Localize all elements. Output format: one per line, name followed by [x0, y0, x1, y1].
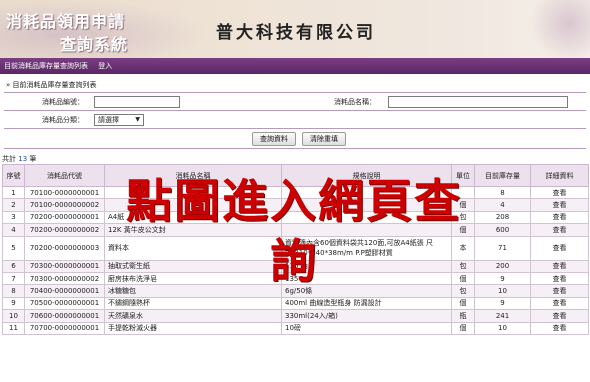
count-number: 13 [18, 155, 28, 163]
table-row: 10 70600-0000000001 天然礦泉水 330ml(24入/箱) 瓶 241 查… [2, 309, 589, 323]
row-code: 70200-0000000002 [24, 223, 105, 237]
code-input[interactable] [94, 96, 180, 108]
overlay-banner-text[interactable]: 點圖進入網頁查詢 [104, 171, 484, 291]
code-label: 消耗品編號： [42, 98, 84, 106]
row-no: 8 [2, 284, 25, 298]
category-select[interactable]: 請選擇 ▼ [94, 114, 144, 126]
header-banner: 消耗品領用申請 查詢系統 普大科技有限公司 [0, 0, 590, 58]
view-link[interactable]: 查看 [530, 309, 589, 323]
row-code: 70100-0000000001 [24, 185, 105, 200]
row-code: 70100-0000000002 [24, 198, 105, 212]
search-row-1: 消耗品編號： 消耗品名稱： [4, 93, 586, 111]
row-code: 70300-0000000002 [24, 271, 105, 286]
menu-bar: 目前消耗品庫存量查詢列表 登入 [0, 58, 590, 74]
category-selected: 請選擇 [98, 116, 119, 124]
row-code: 70700-0000000001 [24, 321, 105, 335]
count-suffix: 筆 [29, 155, 37, 163]
view-link[interactable]: 查看 [530, 223, 589, 237]
query-button[interactable]: 查詢資料 [252, 132, 296, 146]
result-count: 共計 13 筆 [2, 154, 36, 164]
view-link[interactable]: 查看 [530, 284, 589, 298]
row-no: 5 [2, 235, 25, 261]
table-row: 11 70700-0000000001 手提乾粉滅火器 10磅個 10 查看 [2, 321, 589, 335]
menu-item-stock-list[interactable]: 目前消耗品庫存量查詢列表 [4, 62, 88, 70]
view-link[interactable]: 查看 [530, 321, 589, 335]
row-code: 70300-0000000001 [24, 259, 105, 273]
row-no: 11 [2, 321, 25, 335]
search-buttons: 查詢資料 清除重填 [4, 129, 586, 149]
row-no: 7 [2, 271, 25, 286]
count-prefix: 共計 [2, 155, 16, 163]
row-stock: 9 [474, 296, 531, 311]
row-stock: 10 [474, 321, 531, 335]
row-no: 6 [2, 259, 25, 273]
row-code: 70400-0000000001 [24, 284, 105, 298]
row-no: 10 [2, 309, 25, 323]
breadcrumb: » 目前消耗品庫存量查詢列表 [6, 81, 97, 89]
clear-button[interactable]: 清除重填 [302, 132, 346, 146]
view-link[interactable]: 查看 [530, 210, 589, 225]
banner-flower-decoration [520, 0, 590, 58]
header-code: 消耗品代號 [24, 164, 105, 187]
view-link[interactable]: 查看 [530, 271, 589, 286]
search-row-2: 消耗品分類： 請選擇 ▼ [4, 111, 586, 129]
view-link[interactable]: 查看 [530, 235, 589, 261]
row-name: 手提乾粉滅火器 [104, 321, 282, 335]
row-name: 不鏽鋼隨熱杯 [104, 296, 282, 311]
header-detail: 詳細資料 [530, 164, 589, 187]
table-row: 9 70500-0000000001 不鏽鋼隨熱杯 400ml 曲線造型瓶身 防漏設計… [2, 296, 589, 311]
name-label: 消耗品名稱： [334, 98, 376, 106]
view-link[interactable]: 查看 [530, 185, 589, 200]
system-title-line1: 消耗品領用申請 [6, 12, 126, 31]
row-no: 3 [2, 210, 25, 225]
view-link[interactable]: 查看 [530, 198, 589, 212]
chevron-down-icon: ▼ [135, 116, 140, 123]
row-code: 70200-0000000001 [24, 210, 105, 225]
row-unit: 個 [451, 321, 475, 335]
system-title-line2: 查詢系統 [60, 35, 129, 54]
company-name: 普大科技有限公司 [216, 23, 376, 43]
header-no: 序號 [2, 164, 25, 187]
row-name: 天然礦泉水 [104, 309, 282, 323]
view-link[interactable]: 查看 [530, 296, 589, 311]
row-spec: 10磅 [281, 321, 452, 335]
name-input[interactable] [388, 96, 568, 108]
search-form: 消耗品編號： 消耗品名稱： 消耗品分類： 請選擇 ▼ 查詢資料 清除重填 [4, 92, 586, 149]
row-code: 70500-0000000001 [24, 296, 105, 311]
category-label: 消耗品分類： [42, 116, 84, 124]
row-code: 70200-0000000003 [24, 235, 105, 261]
row-spec: 330ml(24入/箱) [281, 309, 452, 323]
menu-item-login[interactable]: 登入 [98, 62, 112, 70]
row-no: 1 [2, 185, 25, 200]
row-unit: 個 [451, 296, 475, 311]
row-spec: 400ml 曲線造型瓶身 防漏設計 [281, 296, 452, 311]
row-stock: 241 [474, 309, 531, 323]
row-unit: 瓶 [451, 309, 475, 323]
row-no: 2 [2, 198, 25, 212]
row-code: 70600-0000000001 [24, 309, 105, 323]
view-link[interactable]: 查看 [530, 259, 589, 273]
row-no: 4 [2, 223, 25, 237]
row-no: 9 [2, 296, 25, 311]
